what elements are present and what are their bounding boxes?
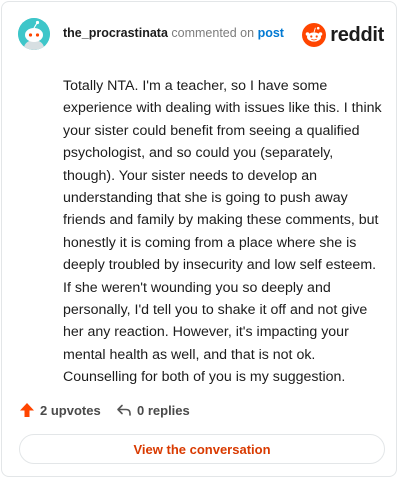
upvote-arrow-icon xyxy=(20,403,34,417)
commented-on-label: commented on xyxy=(171,26,255,40)
comment-embed-card: the_procrastinata commented on post redd… xyxy=(1,1,397,477)
reddit-logo-icon xyxy=(302,23,327,47)
view-conversation-button[interactable]: View the conversation xyxy=(19,434,385,464)
user-avatar-icon[interactable] xyxy=(18,18,50,50)
upvote-count[interactable]: 2 upvotes xyxy=(19,400,101,420)
comment-header: the_procrastinata commented on post redd… xyxy=(18,18,384,52)
username-link[interactable]: the_procrastinata xyxy=(63,26,168,40)
reddit-wordmark: reddit xyxy=(330,23,384,46)
comment-attribution: the_procrastinata commented on post xyxy=(63,26,284,40)
post-link[interactable]: post xyxy=(258,26,284,40)
reply-label: 0 replies xyxy=(137,402,190,418)
reddit-logo[interactable]: reddit xyxy=(302,21,384,49)
reply-count[interactable]: 0 replies xyxy=(116,400,190,420)
comment-body: Totally NTA. I'm a teacher, so I have so… xyxy=(63,78,382,386)
upvote-label: 2 upvotes xyxy=(40,402,101,418)
reply-arrow-icon xyxy=(117,404,131,416)
